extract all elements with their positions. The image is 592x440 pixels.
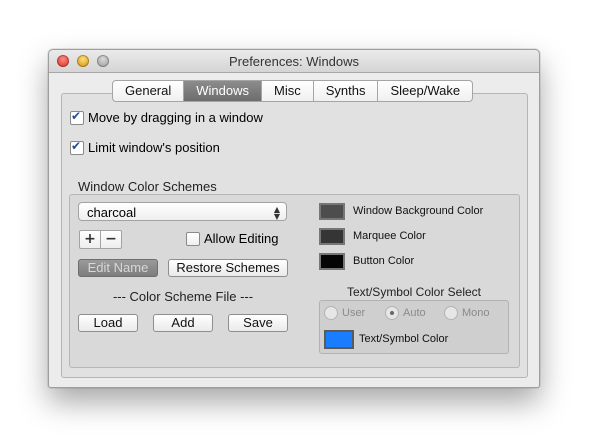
radio-auto-label: Auto: [403, 307, 426, 319]
button-color-swatch[interactable]: [319, 253, 345, 270]
text-symbol-color-swatch[interactable]: [324, 330, 354, 349]
tab-misc[interactable]: Misc: [262, 81, 314, 101]
scheme-select[interactable]: charcoal ▲ ▼: [78, 202, 287, 221]
scheme-select-value: charcoal: [87, 205, 137, 220]
radio-auto-circle[interactable]: [385, 306, 399, 320]
window-background-color-label: Window Background Color: [353, 205, 484, 217]
load-button[interactable]: Load: [78, 314, 138, 332]
tab-windows[interactable]: Windows: [184, 81, 262, 101]
window-background-color-swatch[interactable]: [319, 203, 345, 220]
radio-mono-circle[interactable]: [444, 306, 458, 320]
marquee-color-swatch[interactable]: [319, 228, 345, 245]
tab-sleep-wake[interactable]: Sleep/Wake: [378, 81, 472, 101]
text-symbol-heading: Text/Symbol Color Select: [346, 285, 482, 299]
add-button[interactable]: Add: [153, 314, 213, 332]
restore-schemes-button[interactable]: Restore Schemes: [168, 259, 288, 277]
marquee-color-label: Marquee Color: [353, 230, 426, 242]
allow-editing-label: Allow Editing: [204, 231, 279, 246]
allow-editing-checkbox[interactable]: [186, 231, 200, 246]
limit-position-checkbox[interactable]: [70, 139, 84, 155]
limit-position-option[interactable]: Limit window's position: [70, 139, 220, 155]
edit-name-button[interactable]: Edit Name: [78, 259, 158, 277]
tab-synths[interactable]: Synths: [314, 81, 379, 101]
title-bar[interactable]: Preferences: Windows: [49, 50, 539, 73]
move-by-dragging-checkbox[interactable]: [70, 109, 84, 125]
radio-auto[interactable]: Auto: [385, 306, 426, 320]
color-scheme-file-heading: --- Color Scheme File ---: [112, 289, 254, 304]
preferences-window: Preferences: Windows General Windows Mis…: [48, 49, 540, 388]
tab-bar: General Windows Misc Synths Sleep/Wake: [112, 80, 474, 102]
move-by-dragging-label: Move by dragging in a window: [88, 110, 263, 125]
allow-editing-option[interactable]: Allow Editing: [186, 231, 278, 246]
save-button[interactable]: Save: [228, 314, 288, 332]
chevron-updown-icon: ▲ ▼: [273, 205, 280, 221]
radio-user[interactable]: User: [324, 306, 365, 320]
radio-mono-label: Mono: [462, 307, 490, 319]
limit-position-label: Limit window's position: [88, 140, 220, 155]
radio-user-circle[interactable]: [324, 306, 338, 320]
radio-user-label: User: [342, 307, 366, 319]
radio-mono[interactable]: Mono: [444, 306, 490, 320]
move-by-dragging-option[interactable]: Move by dragging in a window: [70, 109, 263, 125]
window-title: Preferences: Windows: [228, 54, 360, 69]
add-remove-control: + −: [79, 230, 122, 249]
tab-general[interactable]: General: [113, 81, 185, 101]
button-color-label: Button Color: [353, 255, 415, 267]
color-schemes-heading: Window Color Schemes: [78, 179, 217, 194]
remove-scheme-button[interactable]: −: [101, 231, 121, 248]
text-symbol-color-label: Text/Symbol Color: [359, 333, 449, 345]
add-scheme-button[interactable]: +: [80, 231, 101, 248]
